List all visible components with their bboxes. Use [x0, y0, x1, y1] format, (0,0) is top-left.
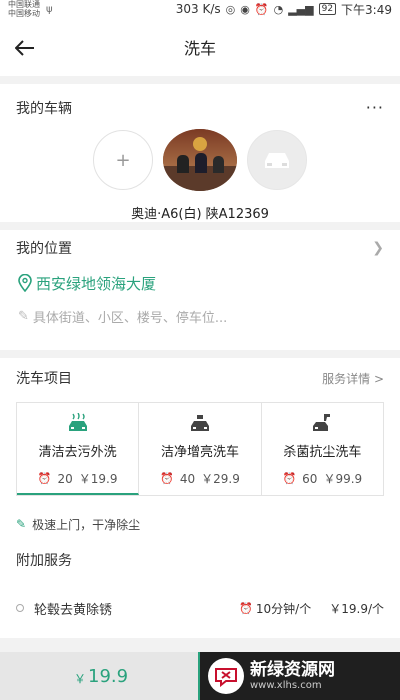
wifi-icon: ◔ [273, 2, 284, 16]
clock-icon: ⏰ [160, 472, 174, 485]
wash-option-1[interactable]: 清洁去污外洗 ⏰ 20 ￥19.9 [17, 403, 140, 495]
clock-time: 下午3:49 [341, 2, 392, 17]
site-watermark: 新绿资源网 www.xlhs.com [200, 652, 400, 700]
car-disinfect-icon [309, 413, 335, 433]
location-pin-icon [18, 274, 32, 292]
address-text: 西安绿地领海大厦 [36, 274, 157, 293]
extra-section-title: 附加服务 [16, 553, 72, 569]
wash-option-duration: 40 [179, 471, 196, 486]
extra-service-name: 轮毂去黄除锈 [34, 602, 113, 618]
wash-option-price: ￥99.9 [323, 472, 363, 486]
location-status-icon: ◉ [240, 2, 250, 16]
note-icon: ✎ [16, 517, 27, 531]
extra-service-time: 10分钟/个 [255, 601, 312, 616]
status-bar: 中国联通 中国移动 ψ 303 K/s ◎ ◉ ⏰ ◔ ▂▄▆ 92 下午3:4… [0, 0, 400, 18]
location-row[interactable]: 我的位置 ❯ [0, 230, 400, 262]
usb-icon: ψ [46, 3, 53, 15]
network-speed: 303 K/s [175, 2, 221, 16]
wash-option-name: 清洁去污外洗 [38, 445, 117, 460]
radio-button[interactable] [16, 604, 24, 612]
extra-section: 附加服务 轮毂去黄除锈 ⏰ 10分钟/个 ￥19.9/个 [0, 538, 400, 638]
total-price: ￥ 19.9 [0, 652, 198, 700]
wash-option-name: 洁净增亮洗车 [160, 445, 239, 460]
address-row[interactable]: 西安绿地领海大厦 [0, 262, 400, 296]
extra-service-price: ￥19.9/个 [329, 601, 384, 616]
address-detail-placeholder: 具体街道、小区、楼号、停车位... [32, 310, 228, 326]
alarm-icon: ⏰ [254, 2, 269, 16]
chevron-right-icon: ❯ [372, 240, 384, 256]
watermark-subtitle: www.xlhs.com [250, 680, 322, 691]
service-detail-link[interactable]: 服务详情 > [322, 370, 384, 387]
carrier-info: 中国联通 中国移动 [8, 0, 40, 18]
wash-option-price: ￥29.9 [201, 472, 240, 486]
location-section-title: 我的位置 [16, 241, 72, 257]
battery-indicator: 92 [318, 3, 337, 15]
wash-option-name: 杀菌抗尘洗车 [283, 445, 362, 460]
clock-icon: ⏰ [282, 472, 297, 485]
wash-option-duration: 60 [302, 471, 318, 486]
add-vehicle-button[interactable]: + [93, 130, 153, 190]
car-wash-icon [65, 413, 91, 433]
vehicle-section-title: 我的车辆 [16, 101, 72, 117]
page-title: 洗车 [183, 39, 216, 58]
wash-options: 清洁去污外洗 ⏰ 20 ￥19.9 洁净增亮洗车 ⏰ 40 ￥29.9 杀菌抗尘… [16, 402, 384, 496]
more-dots-icon[interactable]: ··· [366, 100, 384, 116]
car-icon [265, 153, 289, 168]
feature-note: ✎ 极速上门，干净除尘 [0, 496, 400, 538]
address-detail-input[interactable]: ✎ 具体街道、小区、楼号、停车位... [0, 296, 400, 330]
signal-icon: ▂▄▆ [288, 2, 314, 16]
vehicle-photo[interactable] [163, 129, 237, 191]
vehicle-section: 我的车辆 ··· + 奥迪·A6(白) 陕A12369 [0, 84, 400, 222]
extra-service-item[interactable]: 轮毂去黄除锈 ⏰ 10分钟/个 ￥19.9/个 [0, 582, 400, 634]
clock-icon: ⏰ [239, 601, 253, 615]
clock-icon: ⏰ [37, 472, 52, 485]
carrier-1: 中国联通 [8, 0, 40, 9]
feature-text: 极速上门，干净除尘 [32, 517, 141, 532]
currency-symbol: ￥ [74, 671, 87, 686]
back-button[interactable] [12, 35, 38, 61]
wash-option-2[interactable]: 洁净增亮洗车 ⏰ 40 ￥29.9 [139, 403, 262, 495]
watermark-logo-icon [208, 658, 244, 694]
wash-section-title: 洗车项目 [16, 371, 72, 387]
paperclip-icon: ✎ [18, 308, 29, 324]
headset-icon: ◎ [225, 2, 236, 16]
vehicle-placeholder[interactable] [247, 130, 307, 190]
nav-bar: 洗车 [0, 18, 400, 76]
plus-icon: + [115, 149, 131, 171]
total-amount: 19.9 [88, 665, 129, 687]
carrier-2: 中国移动 [8, 9, 40, 18]
watermark-title: 新绿资源网 [250, 660, 335, 680]
car-shine-icon [187, 413, 213, 433]
wash-option-3[interactable]: 杀菌抗尘洗车 ⏰ 60 ￥99.9 [262, 403, 383, 495]
vehicle-carousel: + [0, 129, 400, 191]
location-section: 我的位置 ❯ 西安绿地领海大厦 ✎ 具体街道、小区、楼号、停车位... [0, 230, 400, 350]
wash-option-price: ￥19.9 [78, 472, 118, 486]
wash-section: 洗车项目 服务详情 > 清洁去污外洗 ⏰ 20 ￥19.9 洁净增亮洗车 ⏰ 4… [0, 358, 400, 538]
wash-option-duration: 20 [57, 471, 73, 486]
arrow-left-icon [15, 40, 34, 56]
selected-vehicle-label: 奥迪·A6(白) 陕A12369 [131, 207, 269, 222]
